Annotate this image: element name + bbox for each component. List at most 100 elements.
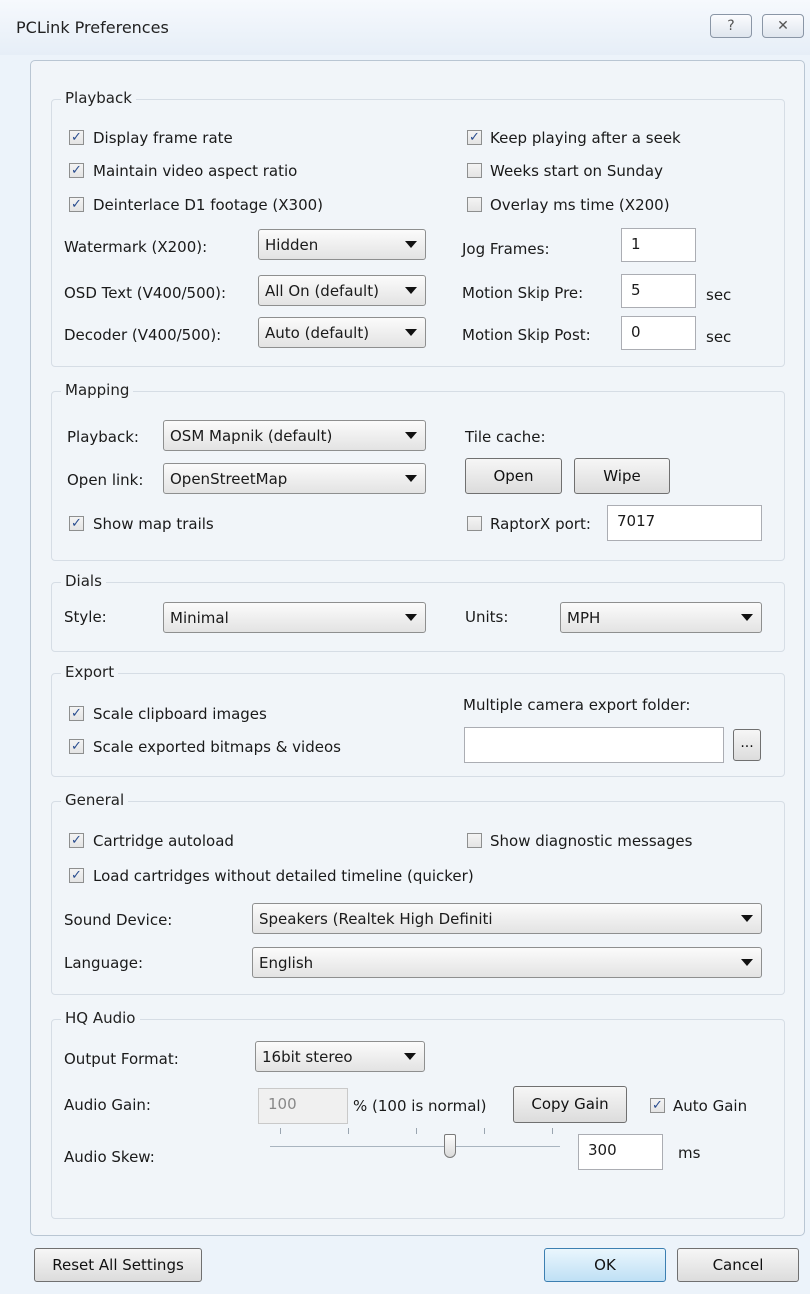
audio-skew-unit: ms: [678, 1144, 701, 1162]
reset-all-settings-button[interactable]: Reset All Settings: [34, 1248, 202, 1282]
keep-playing-checkbox[interactable]: ✓: [467, 130, 482, 145]
motion-skip-post-input[interactable]: 0: [621, 316, 696, 350]
motion-skip-post-value: 0: [631, 323, 641, 341]
motion-skip-post-unit: sec: [706, 328, 732, 346]
units-value: MPH: [567, 609, 601, 627]
audio-gain-suffix: % (100 is normal): [353, 1097, 487, 1115]
checkmark-icon: ✓: [652, 1098, 663, 1113]
jog-frames-value: 1: [631, 235, 641, 253]
maintain-aspect-checkbox[interactable]: ✓: [69, 163, 84, 178]
open-link-value: OpenStreetMap: [170, 470, 288, 488]
deinterlace-checkbox[interactable]: ✓: [69, 197, 84, 212]
checkmark-icon: ✓: [71, 163, 82, 178]
chevron-down-icon: [741, 614, 753, 621]
export-folder-input[interactable]: [464, 727, 724, 763]
audio-gain-input[interactable]: 100: [258, 1088, 348, 1124]
raptorx-checkbox[interactable]: [467, 516, 482, 531]
checkmark-icon: ✓: [469, 130, 480, 145]
sound-device-select[interactable]: Speakers (Realtek High Definiti: [252, 903, 762, 934]
map-playback-label: Playback:: [67, 428, 139, 446]
scale-exported-label: Scale exported bitmaps & videos: [93, 738, 341, 756]
maintain-aspect-label: Maintain video aspect ratio: [93, 162, 298, 180]
chevron-down-icon: [405, 432, 417, 439]
language-label: Language:: [64, 954, 144, 972]
display-frame-rate-checkbox[interactable]: ✓: [69, 130, 84, 145]
osd-text-value: All On (default): [265, 282, 379, 300]
motion-skip-pre-unit: sec: [706, 286, 732, 304]
tile-cache-open-button[interactable]: Open: [465, 458, 562, 494]
open-link-select[interactable]: OpenStreetMap: [163, 463, 426, 494]
hq-audio-group-title: HQ Audio: [61, 1009, 140, 1027]
show-diagnostic-checkbox[interactable]: [467, 833, 482, 848]
checkmark-icon: ✓: [71, 833, 82, 848]
dial-style-select[interactable]: Minimal: [163, 602, 426, 633]
general-group-title: General: [61, 791, 129, 809]
slider-tick: [484, 1128, 485, 1134]
raptorx-port-value: 7017: [617, 512, 656, 530]
checkmark-icon: ✓: [71, 130, 82, 145]
tile-cache-label: Tile cache:: [465, 428, 546, 446]
help-button[interactable]: ?: [710, 14, 752, 38]
output-format-value: 16bit stereo: [262, 1048, 353, 1066]
weeks-sunday-label: Weeks start on Sunday: [490, 162, 663, 180]
load-cartridges-checkbox[interactable]: ✓: [69, 868, 84, 883]
map-playback-select[interactable]: OSM Mapnik (default): [163, 420, 426, 451]
chevron-down-icon: [741, 959, 753, 966]
units-select[interactable]: MPH: [560, 602, 762, 633]
dial-style-value: Minimal: [170, 609, 229, 627]
dial-style-label: Style:: [64, 608, 107, 626]
show-trails-checkbox[interactable]: ✓: [69, 516, 84, 531]
audio-skew-input[interactable]: 300: [578, 1134, 663, 1170]
playback-group-title: Playback: [61, 89, 136, 107]
audio-skew-slider[interactable]: [270, 1128, 560, 1168]
raptorx-port-input[interactable]: 7017: [607, 505, 762, 541]
display-frame-rate-label: Display frame rate: [93, 129, 233, 147]
chevron-down-icon: [405, 241, 417, 248]
slider-thumb[interactable]: [443, 1134, 456, 1158]
chevron-down-icon: [405, 329, 417, 336]
close-button[interactable]: ✕: [762, 14, 804, 38]
audio-skew-label: Audio Skew:: [64, 1148, 155, 1166]
checkmark-icon: ✓: [71, 868, 82, 883]
chevron-down-icon: [405, 287, 417, 294]
keep-playing-label: Keep playing after a seek: [490, 129, 681, 147]
motion-skip-pre-value: 5: [631, 281, 641, 299]
checkmark-icon: ✓: [71, 706, 82, 721]
raptorx-label: RaptorX port:: [490, 515, 591, 533]
slider-tick: [416, 1128, 417, 1134]
motion-skip-pre-input[interactable]: 5: [621, 274, 696, 308]
chevron-down-icon: [404, 1053, 416, 1060]
watermark-select[interactable]: Hidden: [258, 229, 426, 260]
motion-skip-pre-label: Motion Skip Pre:: [462, 284, 584, 302]
slider-tick: [552, 1128, 553, 1134]
decoder-label: Decoder (V400/500):: [64, 326, 222, 344]
overlay-ms-label: Overlay ms time (X200): [490, 196, 670, 214]
checkmark-icon: ✓: [71, 739, 82, 754]
scale-clipboard-label: Scale clipboard images: [93, 705, 267, 723]
overlay-ms-checkbox[interactable]: [467, 197, 482, 212]
copy-gain-button[interactable]: Copy Gain: [513, 1086, 627, 1123]
deinterlace-label: Deinterlace D1 footage (X300): [93, 196, 324, 214]
decoder-select[interactable]: Auto (default): [258, 317, 426, 348]
units-label: Units:: [465, 608, 509, 626]
tile-cache-wipe-button[interactable]: Wipe: [574, 458, 670, 494]
ok-button[interactable]: OK: [544, 1248, 666, 1282]
checkmark-icon: ✓: [71, 516, 82, 531]
weeks-sunday-checkbox[interactable]: [467, 163, 482, 178]
cancel-button[interactable]: Cancel: [677, 1248, 799, 1282]
browse-folder-button[interactable]: ...: [733, 729, 761, 761]
language-select[interactable]: English: [252, 947, 762, 978]
auto-gain-label: Auto Gain: [673, 1097, 748, 1115]
osd-text-select[interactable]: All On (default): [258, 275, 426, 306]
scale-exported-checkbox[interactable]: ✓: [69, 739, 84, 754]
sound-device-label: Sound Device:: [64, 911, 173, 929]
cartridge-autoload-checkbox[interactable]: ✓: [69, 833, 84, 848]
slider-tick: [348, 1128, 349, 1134]
output-format-select[interactable]: 16bit stereo: [255, 1041, 425, 1072]
audio-gain-value: 100: [268, 1095, 297, 1113]
jog-frames-input[interactable]: 1: [621, 228, 696, 262]
scale-clipboard-checkbox[interactable]: ✓: [69, 706, 84, 721]
show-trails-label: Show map trails: [93, 515, 214, 533]
auto-gain-checkbox[interactable]: ✓: [650, 1098, 665, 1113]
export-group-title: Export: [61, 663, 119, 681]
